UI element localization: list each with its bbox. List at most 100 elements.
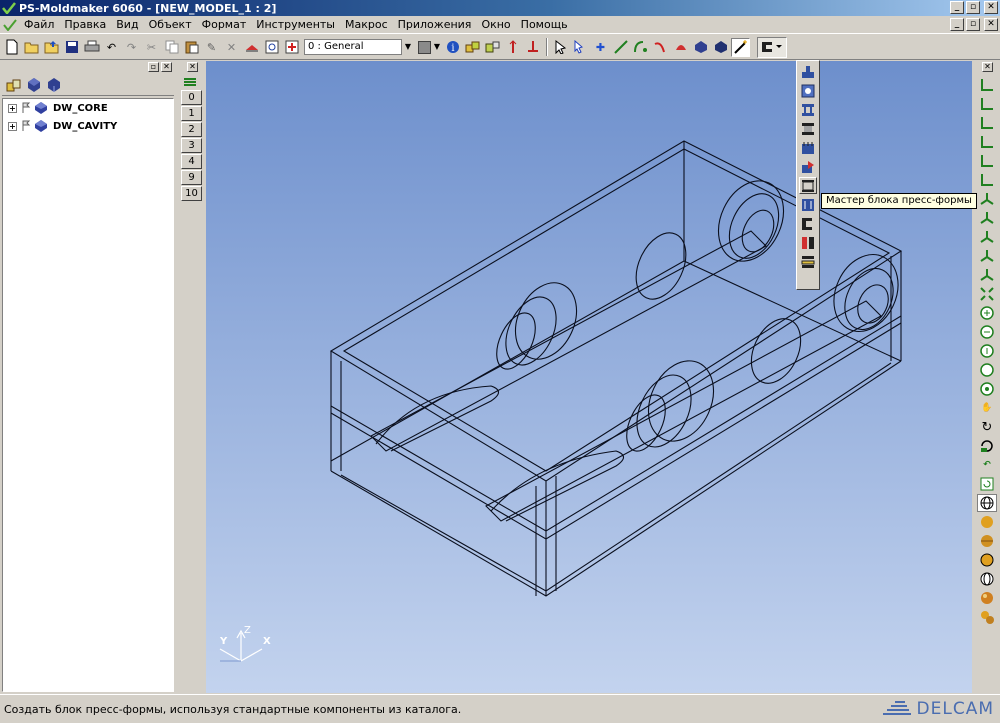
tree-expand-icon[interactable]: + <box>8 121 17 131</box>
model-button[interactable] <box>242 38 261 57</box>
doc-close-button[interactable]: ✕ <box>984 18 998 31</box>
flyout-stack-button[interactable] <box>799 196 817 213</box>
flyout-plate-button[interactable] <box>799 82 817 99</box>
redraw-button[interactable] <box>977 475 997 493</box>
mold-tools-flyout-button[interactable] <box>757 36 787 58</box>
menu-help[interactable]: Помощь <box>516 18 573 31</box>
doc-minimize-button[interactable]: _ <box>950 18 964 31</box>
view-iso-2-button[interactable] <box>977 209 997 227</box>
copy-button[interactable] <box>162 38 181 57</box>
resize-to-fit-button[interactable] <box>977 285 997 303</box>
curve-button[interactable] <box>651 38 670 57</box>
flyout-split-button[interactable] <box>799 234 817 251</box>
menu-window[interactable]: Окно <box>476 18 515 31</box>
flyout-mold-wizard-button[interactable] <box>799 177 817 194</box>
point-button[interactable]: ✚ <box>591 38 610 57</box>
menu-file[interactable]: Файл <box>19 18 59 31</box>
view-x-button[interactable] <box>977 76 997 94</box>
graphics-viewport[interactable]: Z Y X <box>206 61 972 693</box>
rotate-button[interactable]: ↻ <box>977 418 997 436</box>
undo-view-button[interactable]: ↶ <box>977 456 997 474</box>
rotate-fixed-button[interactable] <box>977 437 997 455</box>
open-button[interactable] <box>22 38 41 57</box>
color-swatch[interactable] <box>418 40 431 54</box>
shading-smooth-button[interactable] <box>977 513 997 531</box>
flyout-die-button[interactable] <box>799 215 817 232</box>
menu-view[interactable]: Вид <box>111 18 143 31</box>
print-button[interactable] <box>82 38 101 57</box>
flyout-layers-button[interactable] <box>799 253 817 270</box>
level-button-1[interactable]: 1 <box>181 106 202 121</box>
tree-expand-icon[interactable]: + <box>8 103 17 113</box>
zoom-in-button[interactable] <box>977 304 997 322</box>
paste-button[interactable] <box>182 38 201 57</box>
objects-button[interactable] <box>463 38 482 57</box>
menu-macro[interactable]: Макрос <box>340 18 393 31</box>
flyout-die-set-button[interactable] <box>799 120 817 137</box>
zoom-out-button[interactable] <box>977 323 997 341</box>
levels-stack-icon[interactable] <box>182 76 200 88</box>
surface-button[interactable] <box>671 38 690 57</box>
axis-button[interactable] <box>503 38 522 57</box>
tree-item[interactable]: + DW_CAVITY <box>3 117 173 135</box>
view-iso-3-button[interactable] <box>977 228 997 246</box>
menu-edit[interactable]: Правка <box>59 18 111 31</box>
view-neg-z-button[interactable] <box>977 171 997 189</box>
solid-feature-button[interactable] <box>711 38 730 57</box>
wizard-button[interactable] <box>731 37 750 57</box>
flyout-ejector-button[interactable] <box>799 63 817 80</box>
view-neg-y-button[interactable] <box>977 152 997 170</box>
add-button[interactable] <box>282 38 301 57</box>
view-toolbar-close-button[interactable]: ✕ <box>982 62 993 72</box>
tree-float-button[interactable]: ▫ <box>148 62 159 72</box>
new-button[interactable] <box>2 38 21 57</box>
view-neg-x-button[interactable] <box>977 133 997 151</box>
menu-applications[interactable]: Приложения <box>393 18 477 31</box>
level-button-10[interactable]: 10 <box>181 186 202 201</box>
menu-object[interactable]: Объект <box>144 18 197 31</box>
tree-solid-icon[interactable] <box>26 77 42 93</box>
open-recent-button[interactable] <box>42 38 61 57</box>
cut-button[interactable]: ✂ <box>142 38 161 57</box>
line-button[interactable] <box>611 38 630 57</box>
menu-tools[interactable]: Инструменты <box>251 18 340 31</box>
close-button[interactable]: ✕ <box>984 1 998 14</box>
delete-button[interactable]: ✕ <box>222 38 241 57</box>
doc-restore-button[interactable]: ▫ <box>966 18 980 31</box>
shading-multi-button[interactable] <box>977 608 997 626</box>
group-button[interactable] <box>483 38 502 57</box>
info-button[interactable]: i <box>443 38 462 57</box>
view-iso-1-button[interactable] <box>977 190 997 208</box>
shading-mixed-button[interactable] <box>977 551 997 569</box>
level-button-0[interactable]: 0 <box>181 90 202 105</box>
zoom-box-button[interactable] <box>977 361 997 379</box>
shading-flat-button[interactable] <box>977 532 997 550</box>
brush-button[interactable]: ✎ <box>202 38 221 57</box>
tree-solid-alt-icon[interactable] <box>46 77 62 93</box>
flyout-cooling-button[interactable] <box>799 139 817 156</box>
view-iso-4-button[interactable] <box>977 247 997 265</box>
tree-item[interactable]: + DW_CORE <box>3 99 173 117</box>
view-y-button[interactable] <box>977 95 997 113</box>
shading-hidden-button[interactable] <box>977 570 997 588</box>
view-iso-5-button[interactable] <box>977 266 997 284</box>
tree-close-button[interactable]: ✕ <box>161 62 172 72</box>
menu-format[interactable]: Формат <box>197 18 252 31</box>
minimize-button[interactable]: _ <box>950 1 964 14</box>
select-region-button[interactable] <box>571 38 590 57</box>
level-button-4[interactable]: 4 <box>181 154 202 169</box>
layer-dropdown-arrow[interactable]: ▼ <box>402 39 414 55</box>
document-icon[interactable] <box>3 18 17 31</box>
shading-wireframe-button[interactable] <box>977 494 997 512</box>
view-z-button[interactable] <box>977 114 997 132</box>
tree-group-icon[interactable] <box>6 77 22 93</box>
save-button[interactable] <box>62 38 81 57</box>
flyout-insert-button[interactable] <box>799 158 817 175</box>
zoom-reset-button[interactable] <box>977 342 997 360</box>
level-button-2[interactable]: 2 <box>181 122 202 137</box>
color-dropdown-arrow[interactable]: ▼ <box>431 39 443 55</box>
undo-button[interactable]: ↶ <box>102 38 121 57</box>
restore-button[interactable]: ▫ <box>966 1 980 14</box>
find-button[interactable] <box>262 38 281 57</box>
layer-select[interactable]: 0 : General <box>304 39 402 55</box>
